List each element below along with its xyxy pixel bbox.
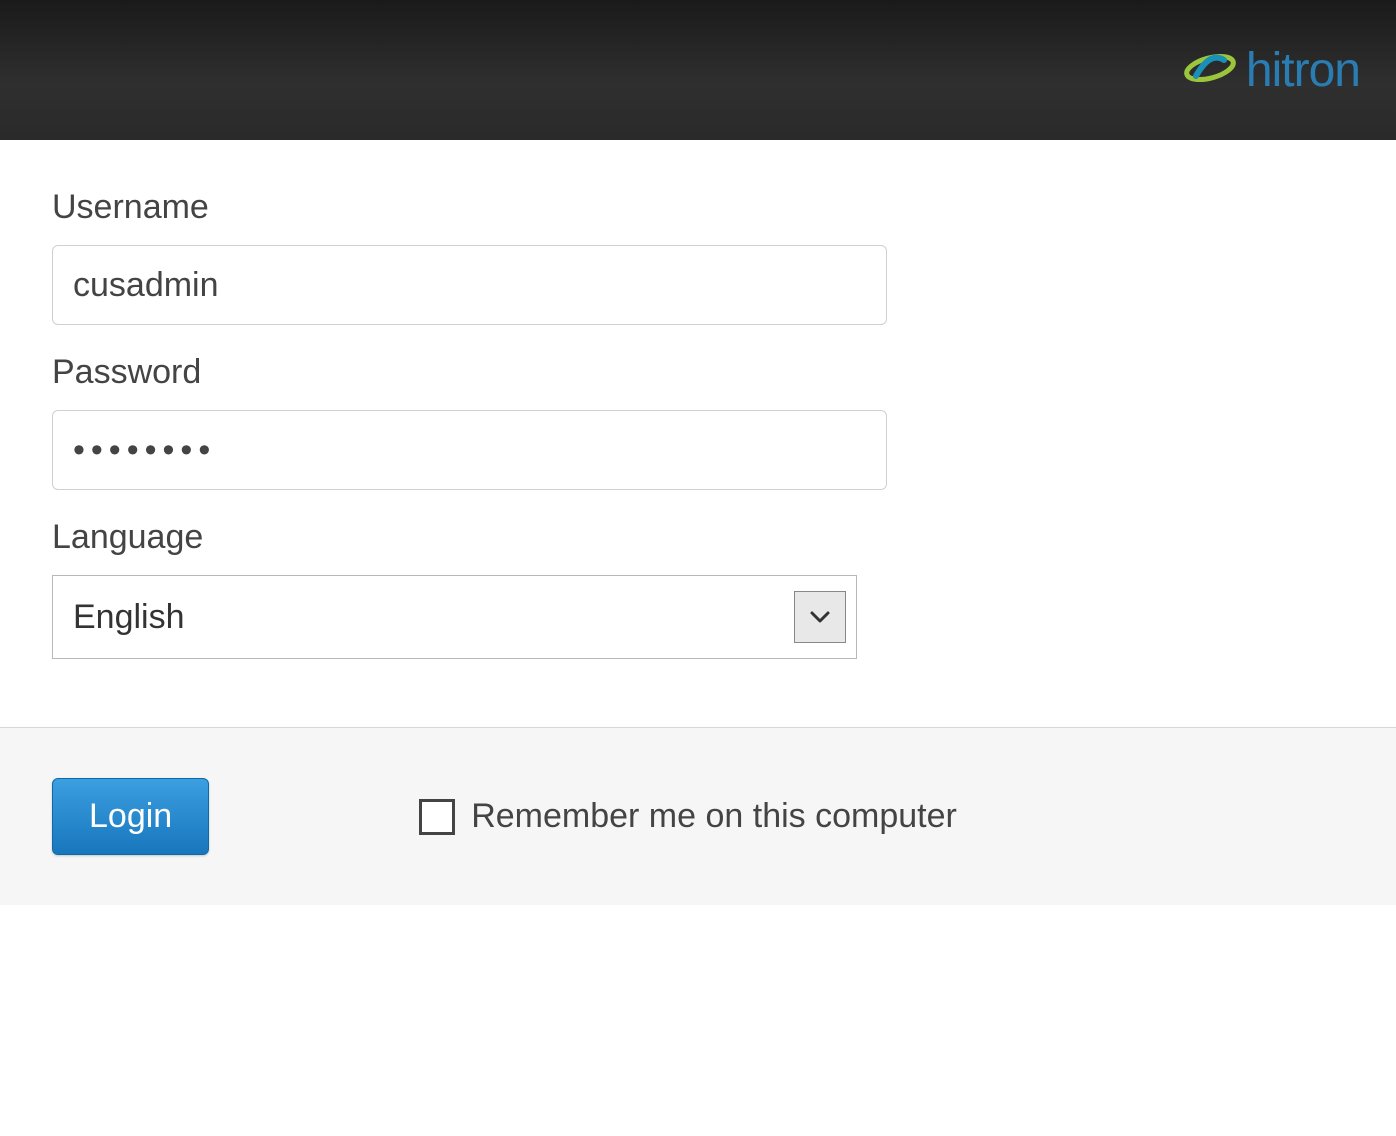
password-input[interactable]: [52, 410, 887, 490]
brand-logo: hitron: [1182, 43, 1360, 98]
remember-group: Remember me on this computer: [419, 797, 957, 836]
brand-name: hitron: [1246, 43, 1360, 98]
remember-checkbox[interactable]: [419, 799, 455, 835]
username-label: Username: [52, 188, 1344, 227]
language-select[interactable]: English: [52, 575, 857, 659]
language-group: Language English: [52, 518, 1344, 659]
page-header: hitron: [0, 0, 1396, 140]
login-button[interactable]: Login: [52, 778, 209, 855]
form-footer: Login Remember me on this computer: [0, 727, 1396, 905]
login-form: Username Password Language English: [0, 140, 1396, 727]
password-group: Password: [52, 353, 1344, 490]
language-value: English: [73, 598, 185, 637]
username-input[interactable]: [52, 245, 887, 325]
password-label: Password: [52, 353, 1344, 392]
logo-icon: [1182, 46, 1238, 95]
remember-label: Remember me on this computer: [471, 797, 957, 836]
language-label: Language: [52, 518, 1344, 557]
username-group: Username: [52, 188, 1344, 325]
chevron-down-icon: [794, 591, 846, 643]
